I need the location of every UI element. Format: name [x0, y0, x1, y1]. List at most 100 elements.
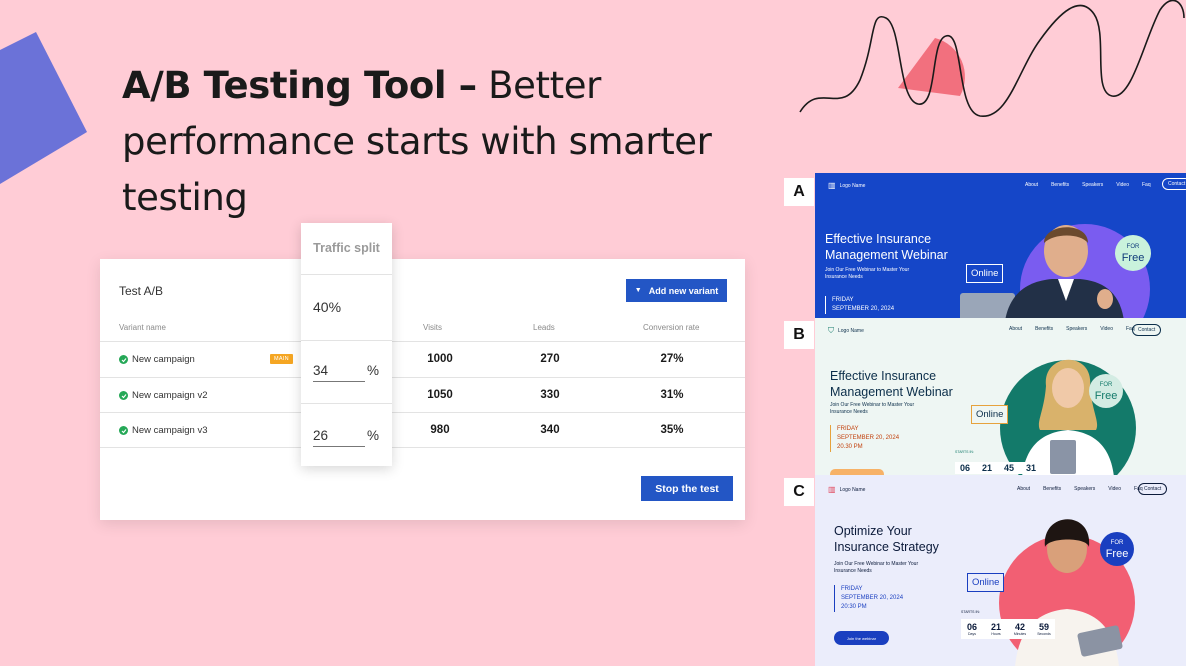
nav-link-speakers[interactable]: Speakers: [1082, 182, 1103, 188]
variant-label-a: A: [784, 178, 814, 206]
contact-button[interactable]: Contact: [1162, 178, 1186, 190]
nav-link-about[interactable]: About: [1017, 486, 1030, 492]
add-variant-label: Add new variant: [648, 285, 719, 296]
chart-bars-icon: ▥: [828, 485, 836, 494]
nav-link-video[interactable]: Video: [1116, 182, 1129, 188]
countdown-hours: 21: [981, 463, 992, 473]
nav-link-video[interactable]: Video: [1100, 326, 1113, 332]
nav-link-benefits[interactable]: Benefits: [1043, 486, 1061, 492]
contact-button[interactable]: Contact: [1132, 324, 1162, 336]
event-date: FRIDAY SEPTEMBER 20, 2024 20:30 PM: [834, 585, 903, 612]
nav-link-about[interactable]: About: [1025, 182, 1038, 188]
online-tag: Online: [971, 405, 1009, 424]
nav-link-about[interactable]: About: [1009, 326, 1022, 332]
col-header-leads: Leads: [533, 323, 555, 332]
countdown-minutes: 45: [1003, 463, 1014, 473]
online-tag: Online: [967, 573, 1005, 592]
col-header-conversion: Conversion rate: [643, 323, 700, 332]
table-row[interactable]: New campaign v2 1050 330 31%: [100, 377, 745, 413]
nav-menu: About Benefits Speakers Video Faq: [1017, 486, 1143, 492]
logo: ▥ Logo Name: [828, 485, 866, 494]
divider: [301, 403, 392, 404]
col-header-name: Variant name: [119, 323, 166, 332]
countdown: 06 21 45 31: [955, 462, 1041, 474]
divider: [301, 340, 392, 341]
free-badge: FOR Free: [1115, 235, 1151, 271]
variant-a-preview[interactable]: ▥ Logo Name About Benefits Speakers Video…: [815, 173, 1186, 318]
leads-value: 330: [540, 389, 560, 401]
join-webinar-button[interactable]: Join the webinar: [834, 631, 889, 645]
check-circle-icon: [119, 391, 128, 400]
nav-link-faq[interactable]: Faq: [1142, 182, 1151, 188]
event-date: FRIDAY SEPTEMBER 20, 2024 20.30 PM: [830, 425, 899, 452]
logo: ▥ Logo Name: [828, 181, 866, 190]
conversion-value: 31%: [660, 389, 684, 401]
divider: [301, 274, 392, 275]
speaker-photo: [999, 519, 1135, 666]
countdown-seconds: 59 Seconds: [1037, 622, 1051, 636]
leads-value: 270: [540, 353, 560, 365]
decorative-squiggle: [799, 0, 1185, 117]
col-header-visits: Visits: [423, 323, 442, 332]
v2-split-input[interactable]: 34: [313, 363, 365, 382]
variant-label-b: B: [784, 321, 814, 349]
conversion-value: 27%: [660, 353, 684, 365]
nav-link-benefits[interactable]: Benefits: [1035, 326, 1053, 332]
chart-bars-icon: ▥: [828, 181, 836, 190]
countdown-seconds: 31: [1025, 463, 1036, 473]
contact-button[interactable]: Contact: [1138, 483, 1168, 495]
nav-link-benefits[interactable]: Benefits: [1051, 182, 1069, 188]
percent-unit: %: [367, 428, 380, 443]
countdown-minutes: 42 Minutes: [1013, 622, 1027, 636]
free-badge: FOR Free: [1089, 374, 1123, 408]
nav-link-video[interactable]: Video: [1108, 486, 1121, 492]
ab-test-card: Test A/B ▼ Add new variant Variant name …: [100, 259, 745, 520]
countdown-days: 06 Days: [966, 622, 977, 636]
starts-in-label: STARTS IN:: [961, 610, 980, 614]
traffic-split-panel: Traffic split 40% 34 % 26 %: [301, 223, 392, 466]
hero-heading: Effective Insurance Management Webinar: [830, 369, 953, 399]
nav-link-speakers[interactable]: Speakers: [1066, 326, 1087, 332]
nav-link-speakers[interactable]: Speakers: [1074, 486, 1095, 492]
variant-label-c: C: [784, 478, 814, 506]
card-title: Test A/B: [119, 284, 164, 298]
countdown: 06 Days 21 Hours 42 Minutes 59 Seconds: [961, 619, 1055, 639]
variant-name: New campaign: [132, 354, 195, 365]
traffic-split-title: Traffic split: [313, 241, 380, 255]
countdown-hours: 21 Hours: [990, 622, 1001, 636]
caret-down-icon: ▼: [634, 287, 642, 294]
percent-unit: %: [367, 363, 380, 378]
logo: ⛉ Logo Name: [828, 326, 864, 335]
conversion-value: 35%: [660, 424, 684, 436]
variant-name: New campaign v3: [132, 425, 208, 436]
visits-value: 1000: [427, 353, 453, 365]
hero-heading: Optimize Your Insurance Strategy: [834, 524, 939, 554]
visits-value: 980: [430, 424, 450, 436]
variant-b-preview[interactable]: ⛉ Logo Name About Benefits Speakers Video…: [815, 318, 1186, 475]
v3-split-input[interactable]: 26: [313, 428, 365, 447]
nav-menu: About Benefits Speakers Video Faq: [1025, 182, 1151, 188]
hero-subtitle: Join Our Free Webinar to Master Your Insu…: [830, 402, 915, 415]
leads-value: 340: [540, 424, 560, 436]
event-date: FRIDAY SEPTEMBER 20, 2024: [825, 296, 894, 314]
main-split-value: 40%: [313, 299, 342, 315]
visits-value: 1050: [427, 389, 453, 401]
check-circle-icon: [119, 426, 128, 435]
check-circle-icon: [119, 355, 128, 364]
countdown-days: 06: [959, 463, 970, 473]
shield-icon: ⛉: [828, 326, 834, 335]
main-badge: MAIN: [270, 354, 293, 364]
headline-bold: A/B Testing Tool –: [122, 64, 477, 107]
hero-subtitle: Join Our Free Webinar to Master Your Insu…: [825, 267, 910, 280]
nav-menu: About Benefits Speakers Video Faq: [1009, 326, 1135, 332]
table-row[interactable]: New campaign MAIN 1000 270 27%: [100, 341, 745, 377]
page-headline: A/B Testing Tool – Better performance st…: [122, 58, 762, 226]
starts-in-label: STARTS IN:: [955, 450, 974, 454]
add-variant-button[interactable]: ▼ Add new variant: [626, 279, 727, 302]
hero-heading: Effective Insurance Management Webinar: [825, 232, 948, 262]
decorative-triangle: [0, 32, 87, 184]
table-row[interactable]: New campaign v3 980 340 35%: [100, 412, 745, 448]
variant-name: New campaign v2: [132, 390, 208, 401]
stop-test-button[interactable]: Stop the test: [641, 476, 733, 501]
variant-c-preview[interactable]: ▥ Logo Name About Benefits Speakers Video…: [815, 475, 1186, 666]
